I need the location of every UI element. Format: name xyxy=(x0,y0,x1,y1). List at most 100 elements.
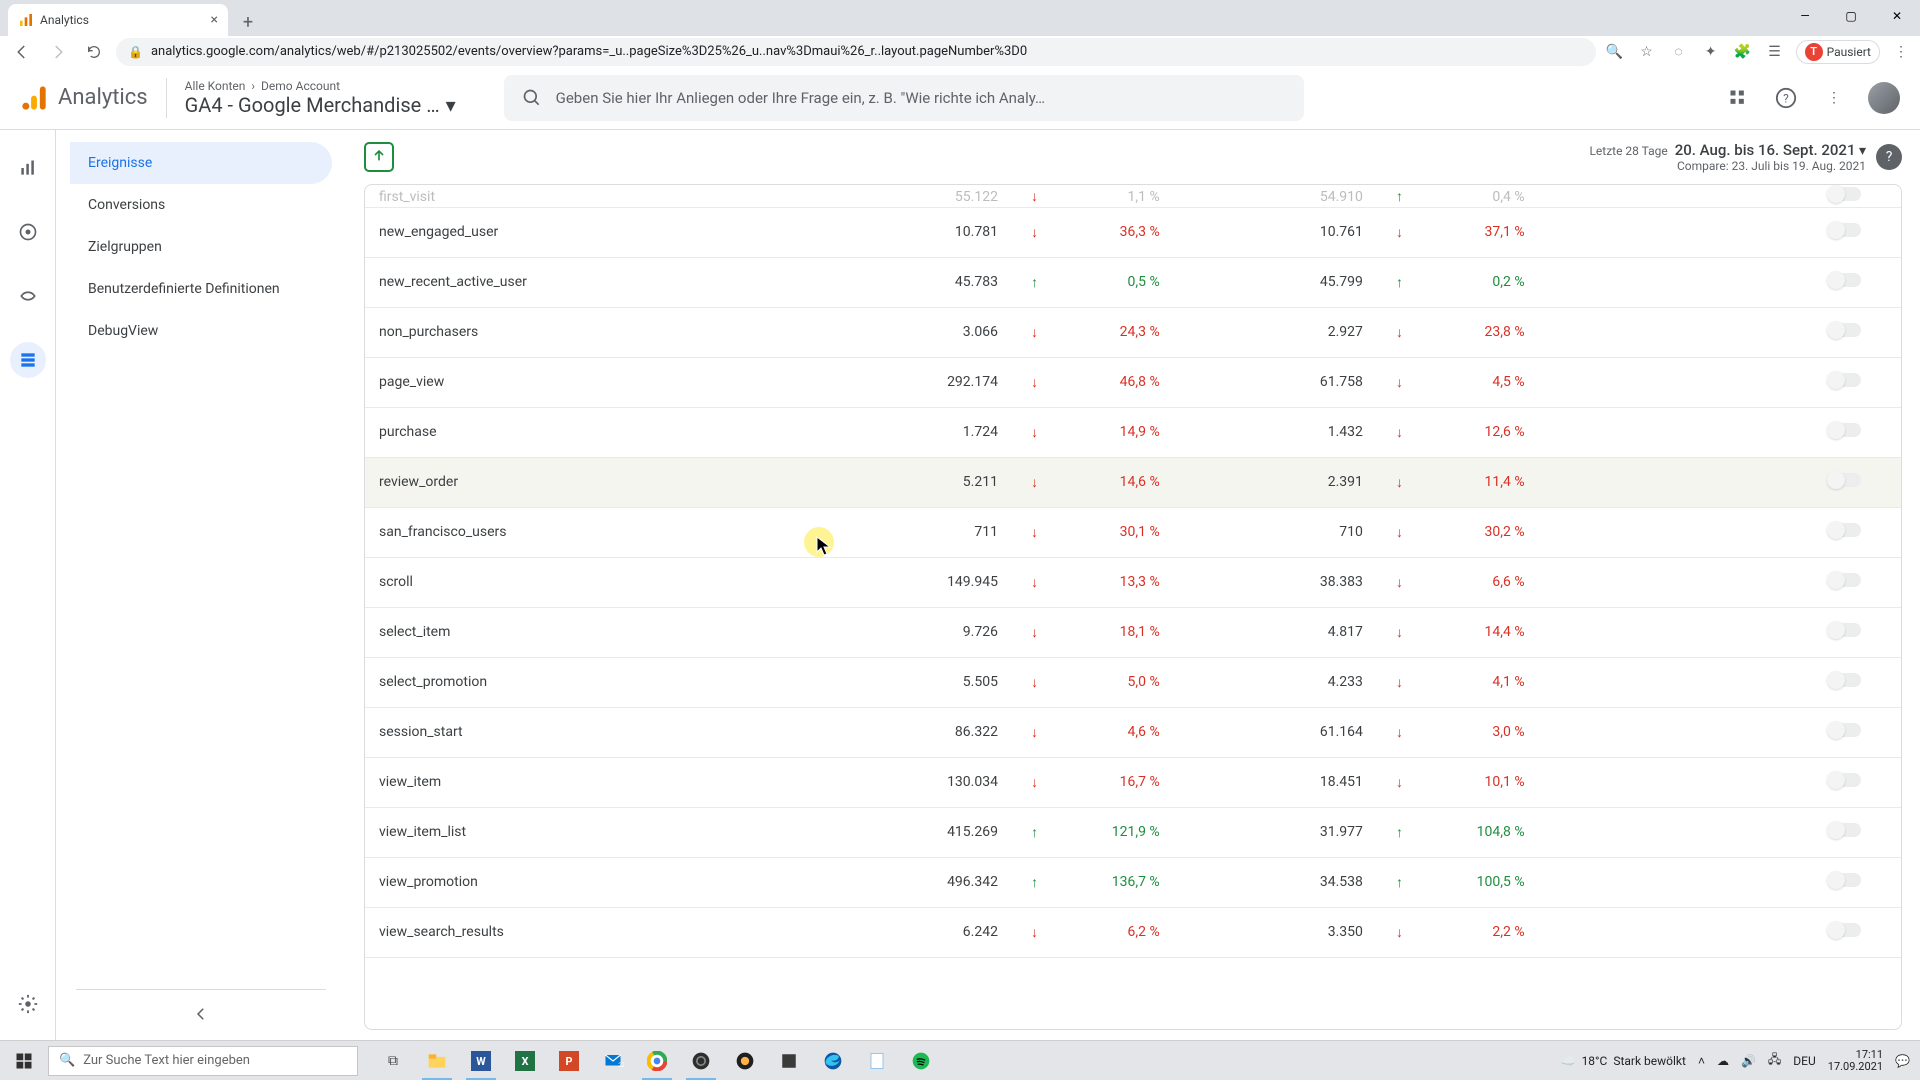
search-in-page-icon[interactable]: 🔍 xyxy=(1604,41,1626,63)
forward-button[interactable] xyxy=(44,38,72,66)
conversion-toggle[interactable] xyxy=(1829,223,1861,237)
taskbar-app-mail[interactable]: 22 xyxy=(592,1041,634,1080)
sidebar-item-events[interactable]: Ereignisse xyxy=(70,142,332,184)
maximize-button[interactable]: ▢ xyxy=(1828,0,1874,32)
conversion-toggle[interactable] xyxy=(1829,187,1861,201)
conversion-toggle[interactable] xyxy=(1829,923,1861,937)
table-row[interactable]: review_order5.211↓14,6 %2.391↓11,4 % xyxy=(365,457,1901,507)
table-row[interactable]: session_start86.322↓4,6 %61.164↓3,0 % xyxy=(365,707,1901,757)
reload-button[interactable] xyxy=(80,38,108,66)
extension-icon[interactable]: ✦ xyxy=(1700,41,1722,63)
taskbar-app-chrome[interactable] xyxy=(636,1041,678,1080)
kebab-menu-icon[interactable]: ⋮ xyxy=(1820,84,1848,112)
taskbar-app-excel[interactable]: X xyxy=(504,1041,546,1080)
ga-search-input[interactable]: Geben Sie hier Ihr Anliegen oder Ihre Fr… xyxy=(504,75,1304,121)
extensions-menu-icon[interactable]: 🧩 xyxy=(1732,41,1754,63)
table-row[interactable]: non_purchasers3.066↓24,3 %2.927↓23,8 % xyxy=(365,307,1901,357)
conversion-toggle[interactable] xyxy=(1829,423,1861,437)
reading-list-icon[interactable]: ☰ xyxy=(1764,41,1786,63)
tray-network-icon[interactable]: 🖧 xyxy=(1768,1050,1781,1071)
event-change-pct: 136,7 % xyxy=(1057,857,1173,907)
sidebar-item-debugview[interactable]: DebugView xyxy=(70,310,332,352)
conversion-toggle[interactable] xyxy=(1829,823,1861,837)
table-row[interactable]: view_item_list415.269↑121,9 %31.977↑104,… xyxy=(365,807,1901,857)
taskbar-app-generic[interactable] xyxy=(768,1041,810,1080)
conversion-toggle[interactable] xyxy=(1829,323,1861,337)
conversion-toggle[interactable] xyxy=(1829,673,1861,687)
tray-chevron-up-icon[interactable]: ˄ xyxy=(1698,1054,1705,1068)
table-row[interactable]: san_francisco_users711↓30,1 %710↓30,2 % xyxy=(365,507,1901,557)
conversion-toggle[interactable] xyxy=(1829,523,1861,537)
kebab-menu-icon[interactable]: ⋮ xyxy=(1890,41,1912,63)
taskbar-app-powerpoint[interactable]: P xyxy=(548,1041,590,1080)
table-row[interactable]: select_promotion5.505↓5,0 %4.233↓4,1 % xyxy=(365,657,1901,707)
start-button[interactable] xyxy=(0,1041,48,1080)
rail-advertising-icon[interactable] xyxy=(10,278,46,314)
new-tab-button[interactable]: + xyxy=(234,8,262,36)
help-icon[interactable]: ? xyxy=(1876,144,1902,170)
taskbar-weather[interactable]: ☁️ 18°C Stark bewölkt xyxy=(1561,1054,1686,1068)
sidebar-item-custom-definitions[interactable]: Benutzerdefinierte Definitionen xyxy=(70,268,332,310)
profile-chip[interactable]: T Pausiert xyxy=(1796,40,1880,64)
trend-arrow-icon: ↓ xyxy=(1377,707,1422,757)
taskbar-app-obs[interactable] xyxy=(680,1041,722,1080)
date-range-picker[interactable]: Letzte 28 Tage 20. Aug. bis 16. Sept. 20… xyxy=(1589,141,1902,173)
sidebar-item-conversions[interactable]: Conversions xyxy=(70,184,332,226)
conversion-toggle[interactable] xyxy=(1829,623,1861,637)
collapse-sidebar-button[interactable] xyxy=(183,996,219,1032)
apps-grid-icon[interactable] xyxy=(1724,84,1752,112)
table-row[interactable]: view_promotion496.342↑136,7 %34.538↑100,… xyxy=(365,857,1901,907)
taskbar-app-spotify[interactable] xyxy=(900,1041,942,1080)
conversion-toggle[interactable] xyxy=(1829,873,1861,887)
close-window-button[interactable]: ✕ xyxy=(1874,0,1920,32)
browser-tab[interactable]: Analytics × xyxy=(8,4,228,36)
conversion-toggle[interactable] xyxy=(1829,723,1861,737)
address-bar[interactable]: 🔒 analytics.google.com/analytics/web/#/p… xyxy=(116,38,1596,66)
conversion-toggle[interactable] xyxy=(1829,473,1861,487)
conversion-toggle[interactable] xyxy=(1829,573,1861,587)
extension-icon[interactable]: ◌ xyxy=(1668,41,1690,63)
taskbar-app-generic[interactable] xyxy=(724,1041,766,1080)
svg-text:?: ? xyxy=(1783,91,1789,105)
help-icon[interactable]: ? xyxy=(1772,84,1800,112)
table-row[interactable]: new_engaged_user10.781↓36,3 %10.761↓37,1… xyxy=(365,207,1901,257)
table-row[interactable]: page_view292.174↓46,8 %61.758↓4,5 % xyxy=(365,357,1901,407)
table-row[interactable]: view_item130.034↓16,7 %18.451↓10,1 % xyxy=(365,757,1901,807)
rail-explore-icon[interactable] xyxy=(10,214,46,250)
tray-notifications-icon[interactable]: 💬 xyxy=(1895,1054,1910,1068)
tray-onedrive-icon[interactable]: ☁ xyxy=(1717,1054,1729,1068)
table-row[interactable]: scroll149.945↓13,3 %38.383↓6,6 % xyxy=(365,557,1901,607)
rail-reports-icon[interactable] xyxy=(10,150,46,186)
date-last-label: Letzte 28 Tage xyxy=(1589,144,1667,158)
table-row[interactable]: first_visit55.122↓1,1 %54.910↑0,4 % xyxy=(365,185,1901,207)
event-users-change-pct: 23,8 % xyxy=(1422,307,1538,357)
conversion-toggle[interactable] xyxy=(1829,773,1861,787)
table-row[interactable]: view_search_results6.242↓6,2 %3.350↓2,2 … xyxy=(365,907,1901,957)
ga-logo[interactable]: Analytics xyxy=(20,84,148,112)
minimize-button[interactable]: — xyxy=(1782,0,1828,32)
account-switcher[interactable]: Alle Konten › Demo Account GA4 - Google … xyxy=(185,79,456,117)
conversion-toggle[interactable] xyxy=(1829,273,1861,287)
event-name: view_item_list xyxy=(365,807,857,857)
taskbar-app-notepad[interactable] xyxy=(856,1041,898,1080)
close-tab-icon[interactable]: × xyxy=(211,12,218,28)
taskbar-app-word[interactable]: W xyxy=(460,1041,502,1080)
conversion-toggle[interactable] xyxy=(1829,373,1861,387)
taskbar-app-edge[interactable] xyxy=(812,1041,854,1080)
rail-admin-gear-icon[interactable] xyxy=(10,986,46,1022)
tray-volume-icon[interactable]: 🔊 xyxy=(1741,1054,1756,1068)
user-avatar[interactable] xyxy=(1868,82,1900,114)
table-row[interactable]: new_recent_active_user45.783↑0,5 %45.799… xyxy=(365,257,1901,307)
back-button[interactable] xyxy=(8,38,36,66)
taskbar-search[interactable]: 🔍 Zur Suche Text hier eingeben xyxy=(48,1046,358,1076)
rail-configure-icon[interactable] xyxy=(10,342,46,378)
insights-icon[interactable] xyxy=(364,142,394,172)
tray-language[interactable]: DEU xyxy=(1793,1054,1815,1068)
table-row[interactable]: purchase1.724↓14,9 %1.432↓12,6 % xyxy=(365,407,1901,457)
taskbar-app-explorer[interactable] xyxy=(416,1041,458,1080)
task-view-icon[interactable]: ⧉ xyxy=(372,1041,414,1080)
bookmark-icon[interactable]: ☆ xyxy=(1636,41,1658,63)
sidebar-item-audiences[interactable]: Zielgruppen xyxy=(70,226,332,268)
taskbar-clock[interactable]: 17:11 17.09.2021 xyxy=(1828,1049,1883,1073)
table-row[interactable]: select_item9.726↓18,1 %4.817↓14,4 % xyxy=(365,607,1901,657)
